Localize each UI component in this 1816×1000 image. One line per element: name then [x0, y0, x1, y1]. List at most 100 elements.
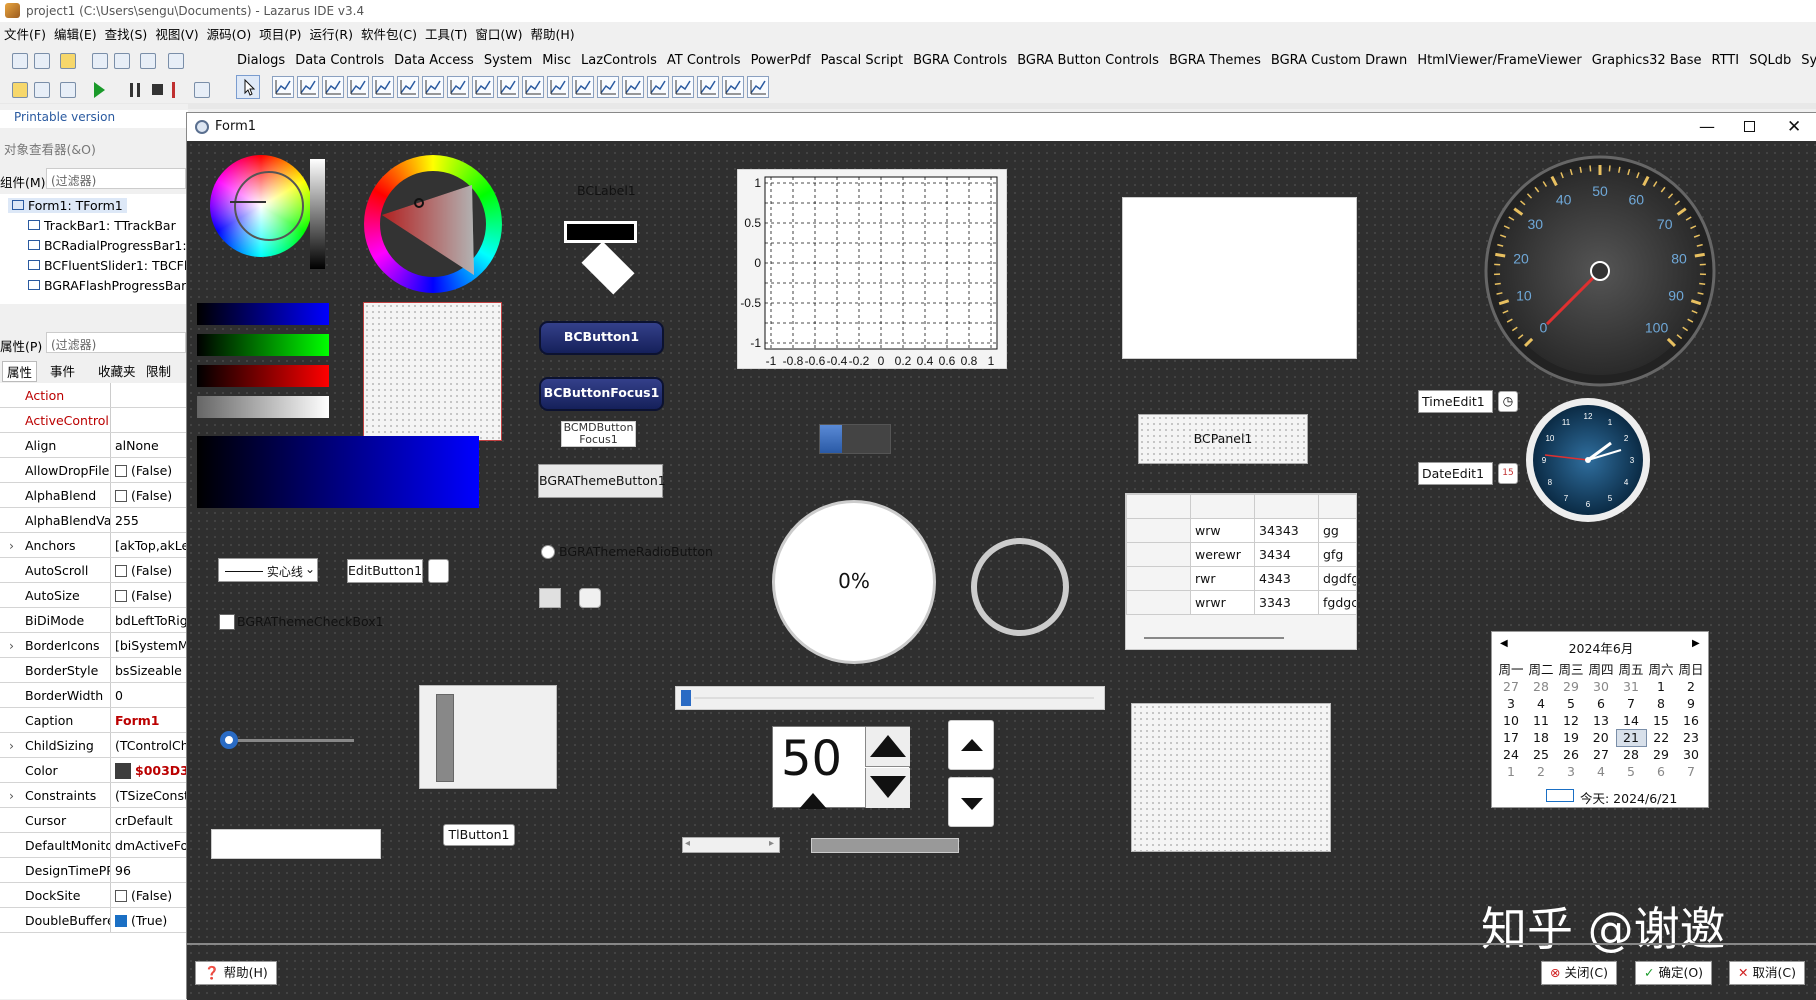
month-calendar[interactable]: ◀ 2024年6月 ▶ 周一周二周三周四周五周六周日 2728293031123… [1491, 631, 1709, 808]
printable-version-link[interactable]: Printable version [0, 110, 188, 128]
calendar-day[interactable]: 28 [1616, 746, 1646, 763]
property-row[interactable]: AlphaBlend(False) [0, 483, 188, 508]
calendar-day[interactable]: 6 [1646, 763, 1676, 780]
palette-tab[interactable]: Misc [537, 50, 576, 72]
palette-tab[interactable]: BGRA Themes [1164, 50, 1266, 72]
calendar-day[interactable]: 23 [1676, 729, 1706, 746]
chart-component-icon[interactable] [422, 76, 444, 98]
blank-edit-box[interactable] [211, 829, 381, 859]
scrollbar-h-1[interactable] [675, 686, 1105, 710]
calendar-day[interactable]: 1 [1646, 678, 1676, 695]
calendar-day[interactable]: 30 [1586, 678, 1616, 695]
color-triangle[interactable] [364, 155, 502, 293]
spin-down-button[interactable] [865, 768, 910, 808]
calendar-day[interactable]: 4 [1526, 695, 1556, 712]
fluent-slider-track[interactable] [232, 739, 354, 742]
property-row[interactable]: ›ChildSizing(TControlChi [0, 733, 188, 758]
ok-button[interactable]: ✓ 确定(O) [1635, 961, 1712, 985]
calendar-day[interactable]: 19 [1556, 729, 1586, 746]
spin-edit[interactable]: 50 [772, 726, 910, 808]
grid-cell[interactable]: 4343 [1255, 567, 1319, 591]
calendar-day[interactable]: 2 [1526, 763, 1556, 780]
inspector-tab[interactable]: 属性 [2, 361, 37, 382]
calendar-day[interactable]: 4 [1586, 763, 1616, 780]
calendar-day[interactable]: 9 [1676, 695, 1706, 712]
tlbutton1[interactable]: TlButton1 [443, 824, 515, 846]
calendar-day[interactable]: 30 [1676, 746, 1706, 763]
grid-cell[interactable]: gg [1319, 519, 1358, 543]
run-icon[interactable] [94, 82, 105, 98]
table-row[interactable]: wrw34343gg [1127, 519, 1358, 543]
property-row[interactable]: ›Anchors[akTop,akLe [0, 533, 188, 558]
open-icon[interactable] [60, 53, 76, 69]
palette-tab[interactable]: Data Controls [290, 50, 389, 72]
calendar-day[interactable]: 13 [1586, 712, 1616, 729]
grid-cell[interactable]: gfg [1319, 543, 1358, 567]
palette-tab[interactable]: HtmlViewer/FrameViewer [1412, 50, 1586, 72]
tree-node[interactable]: BCFluentSlider1: TBCFlu [28, 258, 195, 273]
calendar-day[interactable]: 10 [1496, 712, 1526, 729]
property-row[interactable]: Color$003D3D [0, 758, 188, 783]
menu-item[interactable]: 窗口(W) [471, 25, 526, 45]
chart-component-icon[interactable] [397, 76, 419, 98]
expand-icon[interactable]: › [9, 733, 14, 758]
close-button[interactable]: ⊗ 关闭(C) [1541, 961, 1617, 985]
property-checkbox[interactable] [115, 915, 127, 927]
calendar-icon[interactable]: 15 [1498, 463, 1518, 484]
menu-item[interactable]: 项目(P) [255, 25, 305, 45]
theme-radio-circle[interactable] [541, 545, 555, 559]
menu-item[interactable]: 编辑(E) [50, 25, 101, 45]
clock-icon[interactable]: ◷ [1498, 391, 1518, 412]
chart-component-icon[interactable] [722, 76, 744, 98]
string-grid[interactable]: wrw34343ggwerewr3434gfgrwr4343dgdfgwrwr3… [1125, 493, 1357, 650]
alpha-channel-slider[interactable] [197, 396, 329, 418]
calendar-day[interactable]: 3 [1496, 695, 1526, 712]
stop-icon[interactable] [152, 84, 163, 95]
tree-node[interactable]: TrackBar1: TTrackBar [28, 218, 176, 233]
updown-up-button[interactable] [948, 720, 994, 770]
trackbar1[interactable] [419, 685, 557, 789]
bcbuttonfocus1[interactable]: BCButtonFocus1 [539, 377, 664, 411]
chart-component-icon[interactable] [297, 76, 319, 98]
property-row[interactable]: AutoSize(False) [0, 583, 188, 608]
grid-cell[interactable]: wrw [1191, 519, 1255, 543]
build-icon[interactable] [34, 82, 50, 98]
chart-component-icon[interactable] [622, 76, 644, 98]
menu-item[interactable]: 软件包(C) [357, 25, 421, 45]
bgrathemeradiobutton[interactable]: BGRAThemeRadioButton [559, 544, 713, 559]
property-checkbox[interactable] [115, 490, 127, 502]
property-row[interactable]: DoubleBuffere(True) [0, 908, 188, 933]
view-units-icon[interactable] [168, 53, 184, 69]
table-row[interactable]: rwr4343dgdfg [1127, 567, 1358, 591]
calendar-day[interactable]: 31 [1616, 678, 1646, 695]
menu-item[interactable]: 帮助(H) [526, 25, 578, 45]
theme-checkbox-box[interactable] [219, 614, 235, 630]
new-form-icon[interactable] [34, 53, 50, 69]
step-into-icon[interactable] [172, 82, 186, 98]
property-row[interactable]: CursorcrDefault [0, 808, 188, 833]
calendar-day[interactable]: 15 [1646, 712, 1676, 729]
step-over-icon[interactable] [194, 82, 210, 98]
chart-component-icon[interactable] [697, 76, 719, 98]
components-filter-input[interactable]: (过滤器) [46, 168, 186, 189]
palette-tab[interactable]: Graphics32 Base [1587, 50, 1707, 72]
calendar-day[interactable]: 17 [1496, 729, 1526, 746]
green-channel-slider[interactable] [197, 334, 329, 356]
scrollbar-h-2[interactable]: ◂ ▸ [682, 837, 780, 853]
dateedit1[interactable]: DateEdit1 [1418, 462, 1493, 485]
hue-saturation-wheel[interactable] [210, 155, 312, 257]
minimize-icon[interactable]: — [1699, 113, 1715, 141]
property-checkbox[interactable] [115, 590, 127, 602]
calendar-day[interactable]: 16 [1676, 712, 1706, 729]
palette-tab[interactable]: Data Access [389, 50, 479, 72]
grid-cell[interactable]: 3434 [1255, 543, 1319, 567]
bcbutton1[interactable]: BCButton1 [539, 321, 664, 355]
menu-item[interactable]: 视图(V) [151, 25, 202, 45]
calendar-day[interactable]: 3 [1556, 763, 1586, 780]
bgrathemebutton1[interactable]: BGRAThemeButton1 [538, 464, 663, 498]
maximize-icon[interactable] [1744, 121, 1755, 132]
chart-component-icon[interactable] [347, 76, 369, 98]
property-row[interactable]: ActiveControl [0, 408, 188, 433]
palette-tab[interactable]: BGRA Button Controls [1012, 50, 1164, 72]
calendar-day[interactable]: 26 [1556, 746, 1586, 763]
